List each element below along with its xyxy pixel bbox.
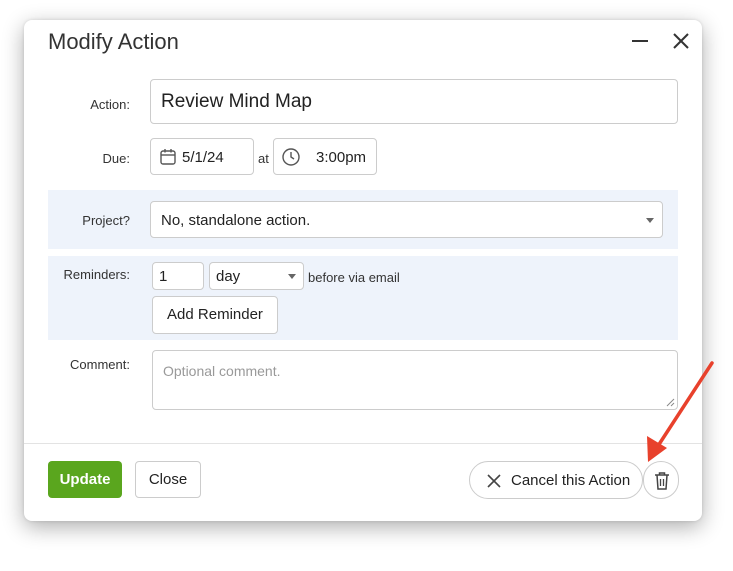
minimize-icon	[632, 40, 648, 42]
clock-icon	[282, 148, 300, 166]
action-label: Action:	[90, 97, 130, 112]
at-label: at	[258, 151, 269, 166]
cancel-action-button[interactable]: Cancel this Action	[469, 461, 643, 499]
due-date-value: 5/1/24	[182, 149, 224, 166]
resize-handle-icon[interactable]	[666, 398, 675, 407]
due-time-value: 3:00pm	[316, 149, 367, 166]
comment-placeholder: Optional comment.	[163, 363, 281, 379]
cancel-action-label: Cancel this Action	[511, 472, 631, 489]
project-select[interactable]: No, standalone action.	[150, 201, 663, 238]
close-dialog-button[interactable]	[669, 29, 693, 53]
modify-action-dialog: Modify Action Action: Review Mind Map Du…	[24, 20, 702, 521]
delete-action-button[interactable]	[643, 461, 679, 499]
footer-divider	[24, 443, 702, 444]
due-label: Due:	[102, 151, 130, 166]
due-time-field[interactable]: 3:00pm	[273, 138, 377, 175]
project-label: Project?	[82, 213, 130, 228]
comment-textarea[interactable]: Optional comment.	[152, 350, 678, 410]
add-reminder-button[interactable]: Add Reminder	[152, 296, 278, 334]
chevron-down-icon	[288, 274, 296, 279]
chevron-down-icon	[646, 218, 654, 223]
dialog-title: Modify Action	[48, 29, 179, 54]
comment-label: Comment:	[70, 357, 130, 372]
reminder-unit-value: day	[216, 268, 241, 285]
reminders-row	[48, 256, 678, 340]
x-icon	[487, 474, 501, 488]
close-icon	[673, 33, 689, 49]
trash-icon	[655, 472, 669, 490]
reminder-suffix-text: before via email	[308, 270, 400, 285]
reminder-unit-select[interactable]: day	[209, 262, 304, 290]
calendar-icon	[160, 149, 176, 165]
close-button[interactable]: Close	[135, 461, 201, 498]
action-input[interactable]: Review Mind Map	[150, 79, 678, 124]
update-button[interactable]: Update	[48, 461, 122, 498]
minimize-button[interactable]	[628, 29, 652, 53]
project-select-value: No, standalone action.	[161, 212, 311, 229]
due-date-field[interactable]: 5/1/24	[150, 138, 254, 175]
reminder-count-input[interactable]: 1	[152, 262, 204, 290]
reminders-label: Reminders:	[63, 267, 130, 282]
